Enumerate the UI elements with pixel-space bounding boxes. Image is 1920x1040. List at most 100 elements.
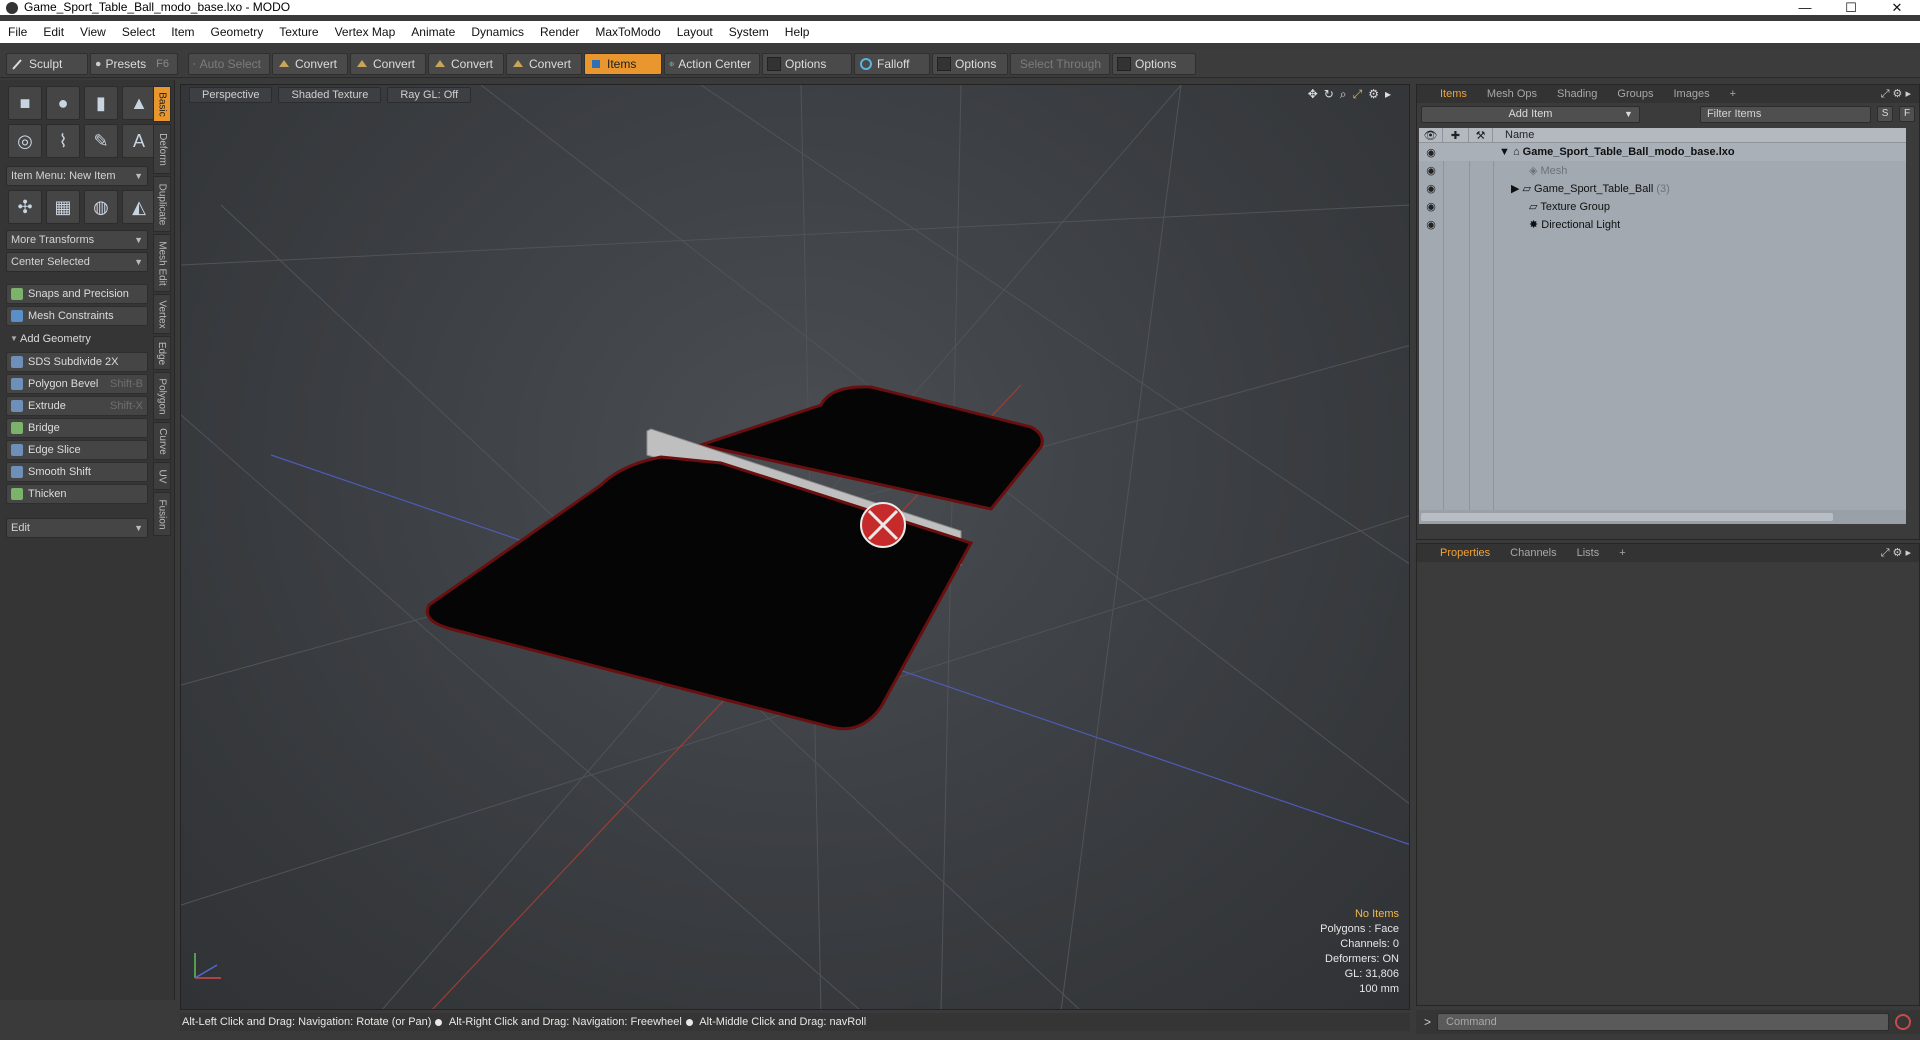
menu-animate[interactable]: Animate <box>403 21 463 43</box>
tab-fusion[interactable]: Fusion <box>153 492 171 536</box>
eye-icon[interactable]: ◉ <box>1419 200 1443 213</box>
panel-options-icon[interactable]: ⤢ ⚙ ▸ <box>1881 546 1911 560</box>
perspective-view-button[interactable]: Perspective <box>189 87 273 103</box>
tree-row-scene[interactable]: ◉ ▼ ⌂ Game_Sport_Table_Ball_modo_base.lx… <box>1419 143 1906 161</box>
zoom-icon[interactable]: ⌕ <box>1340 87 1347 102</box>
name-column-header[interactable]: Name <box>1493 128 1906 143</box>
items-mode-button[interactable]: Items <box>584 52 662 75</box>
text-tool-icon[interactable]: A <box>122 124 156 158</box>
tree-row-light[interactable]: ◉ ✸ Directional Light <box>1419 215 1906 233</box>
tab-deform[interactable]: Deform <box>153 124 171 174</box>
transform-gizmo-icon[interactable]: ✣ <box>8 190 42 224</box>
tree-row-mesh[interactable]: ◉ ◈ Mesh <box>1419 161 1906 179</box>
menu-system[interactable]: System <box>721 21 777 43</box>
visibility-column-icon[interactable]: 👁 <box>1419 127 1443 143</box>
thicken-button[interactable]: Thicken <box>6 484 148 504</box>
shading-mode-button[interactable]: Shaded Texture <box>278 87 382 103</box>
falloff-options-button[interactable]: Options <box>932 52 1008 75</box>
convert-polygons-button[interactable]: Convert <box>428 52 504 75</box>
tree-row-texture-group[interactable]: ◉ ▱ Texture Group <box>1419 197 1906 215</box>
menu-texture[interactable]: Texture <box>271 21 326 43</box>
filter-items-input[interactable]: Filter Items <box>1699 105 1872 123</box>
tree-vertical-scrollbar[interactable] <box>1908 128 1918 524</box>
tab-lists[interactable]: Lists <box>1568 544 1609 562</box>
maximize-button[interactable]: ☐ <box>1828 0 1874 15</box>
filter-f-button[interactable]: F <box>1899 106 1916 122</box>
presets-button[interactable]: Presets F6 <box>90 52 178 75</box>
item-menu-dropdown[interactable]: Item Menu: New Item ▼ <box>6 166 148 186</box>
cone-icon[interactable]: ▲ <box>122 86 156 120</box>
edge-slice-button[interactable]: Edge Slice <box>6 440 148 460</box>
menu-item[interactable]: Item <box>163 21 202 43</box>
smooth-shift-button[interactable]: Smooth Shift <box>6 462 148 482</box>
snaps-precision-button[interactable]: Snaps and Precision <box>6 284 148 304</box>
capsule-icon[interactable]: ⌇ <box>46 124 80 158</box>
gear-icon[interactable]: ⚙ <box>1368 87 1379 102</box>
tab-basic[interactable]: Basic <box>153 86 171 122</box>
menu-help[interactable]: Help <box>777 21 818 43</box>
torus-icon[interactable]: ◎ <box>8 124 42 158</box>
menu-maxtomodo[interactable]: MaxToModo <box>587 21 668 43</box>
raygl-toggle-button[interactable]: Ray GL: Off <box>387 87 472 103</box>
menu-edit[interactable]: Edit <box>35 21 72 43</box>
edit-dropdown[interactable]: Edit ▼ <box>6 518 148 538</box>
add-item-dropdown[interactable]: Add Item ▼ <box>1421 105 1640 123</box>
add-geometry-header[interactable]: ▼ Add Geometry <box>6 330 148 348</box>
tab-duplicate[interactable]: Duplicate <box>153 176 171 232</box>
rotate-icon[interactable]: ↻ <box>1324 87 1334 102</box>
action-center-button[interactable]: Action Center <box>664 52 760 75</box>
menu-dynamics[interactable]: Dynamics <box>463 21 532 43</box>
tab-mesh-edit[interactable]: Mesh Edit <box>153 234 171 292</box>
tab-properties[interactable]: Properties <box>1431 544 1499 562</box>
stop-icon[interactable] <box>1895 1014 1912 1030</box>
tab-polygon[interactable]: Polygon <box>153 372 171 420</box>
cube-icon[interactable]: ■ <box>8 86 42 120</box>
convert-materials-button[interactable]: Convert <box>506 52 582 75</box>
render-column-icon[interactable]: ⚒ <box>1469 127 1493 143</box>
eye-icon[interactable]: ◉ <box>1419 218 1443 231</box>
sphere-icon[interactable]: ● <box>46 86 80 120</box>
convert-vertices-button[interactable]: Convert <box>272 52 348 75</box>
grid-icon[interactable]: ▦ <box>46 190 80 224</box>
tree-horizontal-scrollbar[interactable] <box>1419 510 1906 524</box>
add-tab-button[interactable]: + <box>1610 544 1634 562</box>
add-tab-button[interactable]: + <box>1721 85 1745 103</box>
sculpt-button[interactable]: Sculpt <box>6 52 88 75</box>
eye-icon[interactable]: ◉ <box>1419 182 1443 195</box>
menu-layout[interactable]: Layout <box>669 21 721 43</box>
menu-vertex-map[interactable]: Vertex Map <box>327 21 404 43</box>
menu-file[interactable]: File <box>0 21 35 43</box>
mesh-constraints-button[interactable]: Mesh Constraints <box>6 306 148 326</box>
falloff-button[interactable]: Falloff <box>854 52 930 75</box>
command-input[interactable]: Command <box>1437 1013 1890 1031</box>
tab-images[interactable]: Images <box>1665 85 1719 103</box>
filter-s-button[interactable]: S <box>1877 106 1894 122</box>
tab-items[interactable]: Items <box>1431 85 1476 103</box>
pan-icon[interactable]: ✥ <box>1308 87 1318 102</box>
more-arrow-icon[interactable]: ▸ <box>1385 87 1391 102</box>
menu-select[interactable]: Select <box>114 21 163 43</box>
globe-icon[interactable]: ◍ <box>84 190 118 224</box>
bridge-button[interactable]: Bridge <box>6 418 148 438</box>
auto-select-button[interactable]: Auto Select <box>188 52 270 75</box>
action-center-options-button[interactable]: Options <box>762 52 852 75</box>
scrollbar-thumb[interactable] <box>1421 513 1833 521</box>
center-selected-dropdown[interactable]: Center Selected ▼ <box>6 252 148 272</box>
tab-vertex[interactable]: Vertex <box>153 294 171 334</box>
minimize-button[interactable]: — <box>1782 0 1828 15</box>
tab-groups[interactable]: Groups <box>1608 85 1662 103</box>
tab-channels[interactable]: Channels <box>1501 544 1565 562</box>
tab-mesh-ops[interactable]: Mesh Ops <box>1478 85 1546 103</box>
pen-tool-icon[interactable]: ✎ <box>84 124 118 158</box>
more-transforms-dropdown[interactable]: More Transforms ▼ <box>6 230 148 250</box>
eye-icon[interactable]: ◉ <box>1419 146 1443 159</box>
select-through-button[interactable]: Select Through <box>1010 52 1110 75</box>
close-button[interactable]: ✕ <box>1874 0 1920 15</box>
polygon-bevel-button[interactable]: Polygon Bevel Shift-B <box>6 374 148 394</box>
menu-render[interactable]: Render <box>532 21 587 43</box>
3d-viewport[interactable]: Perspective Shaded Texture Ray GL: Off ✥… <box>180 84 1410 1010</box>
tab-shading[interactable]: Shading <box>1548 85 1606 103</box>
fit-icon[interactable]: ⤢ <box>1353 87 1363 102</box>
menu-geometry[interactable]: Geometry <box>203 21 272 43</box>
tab-curve[interactable]: Curve <box>153 422 171 460</box>
